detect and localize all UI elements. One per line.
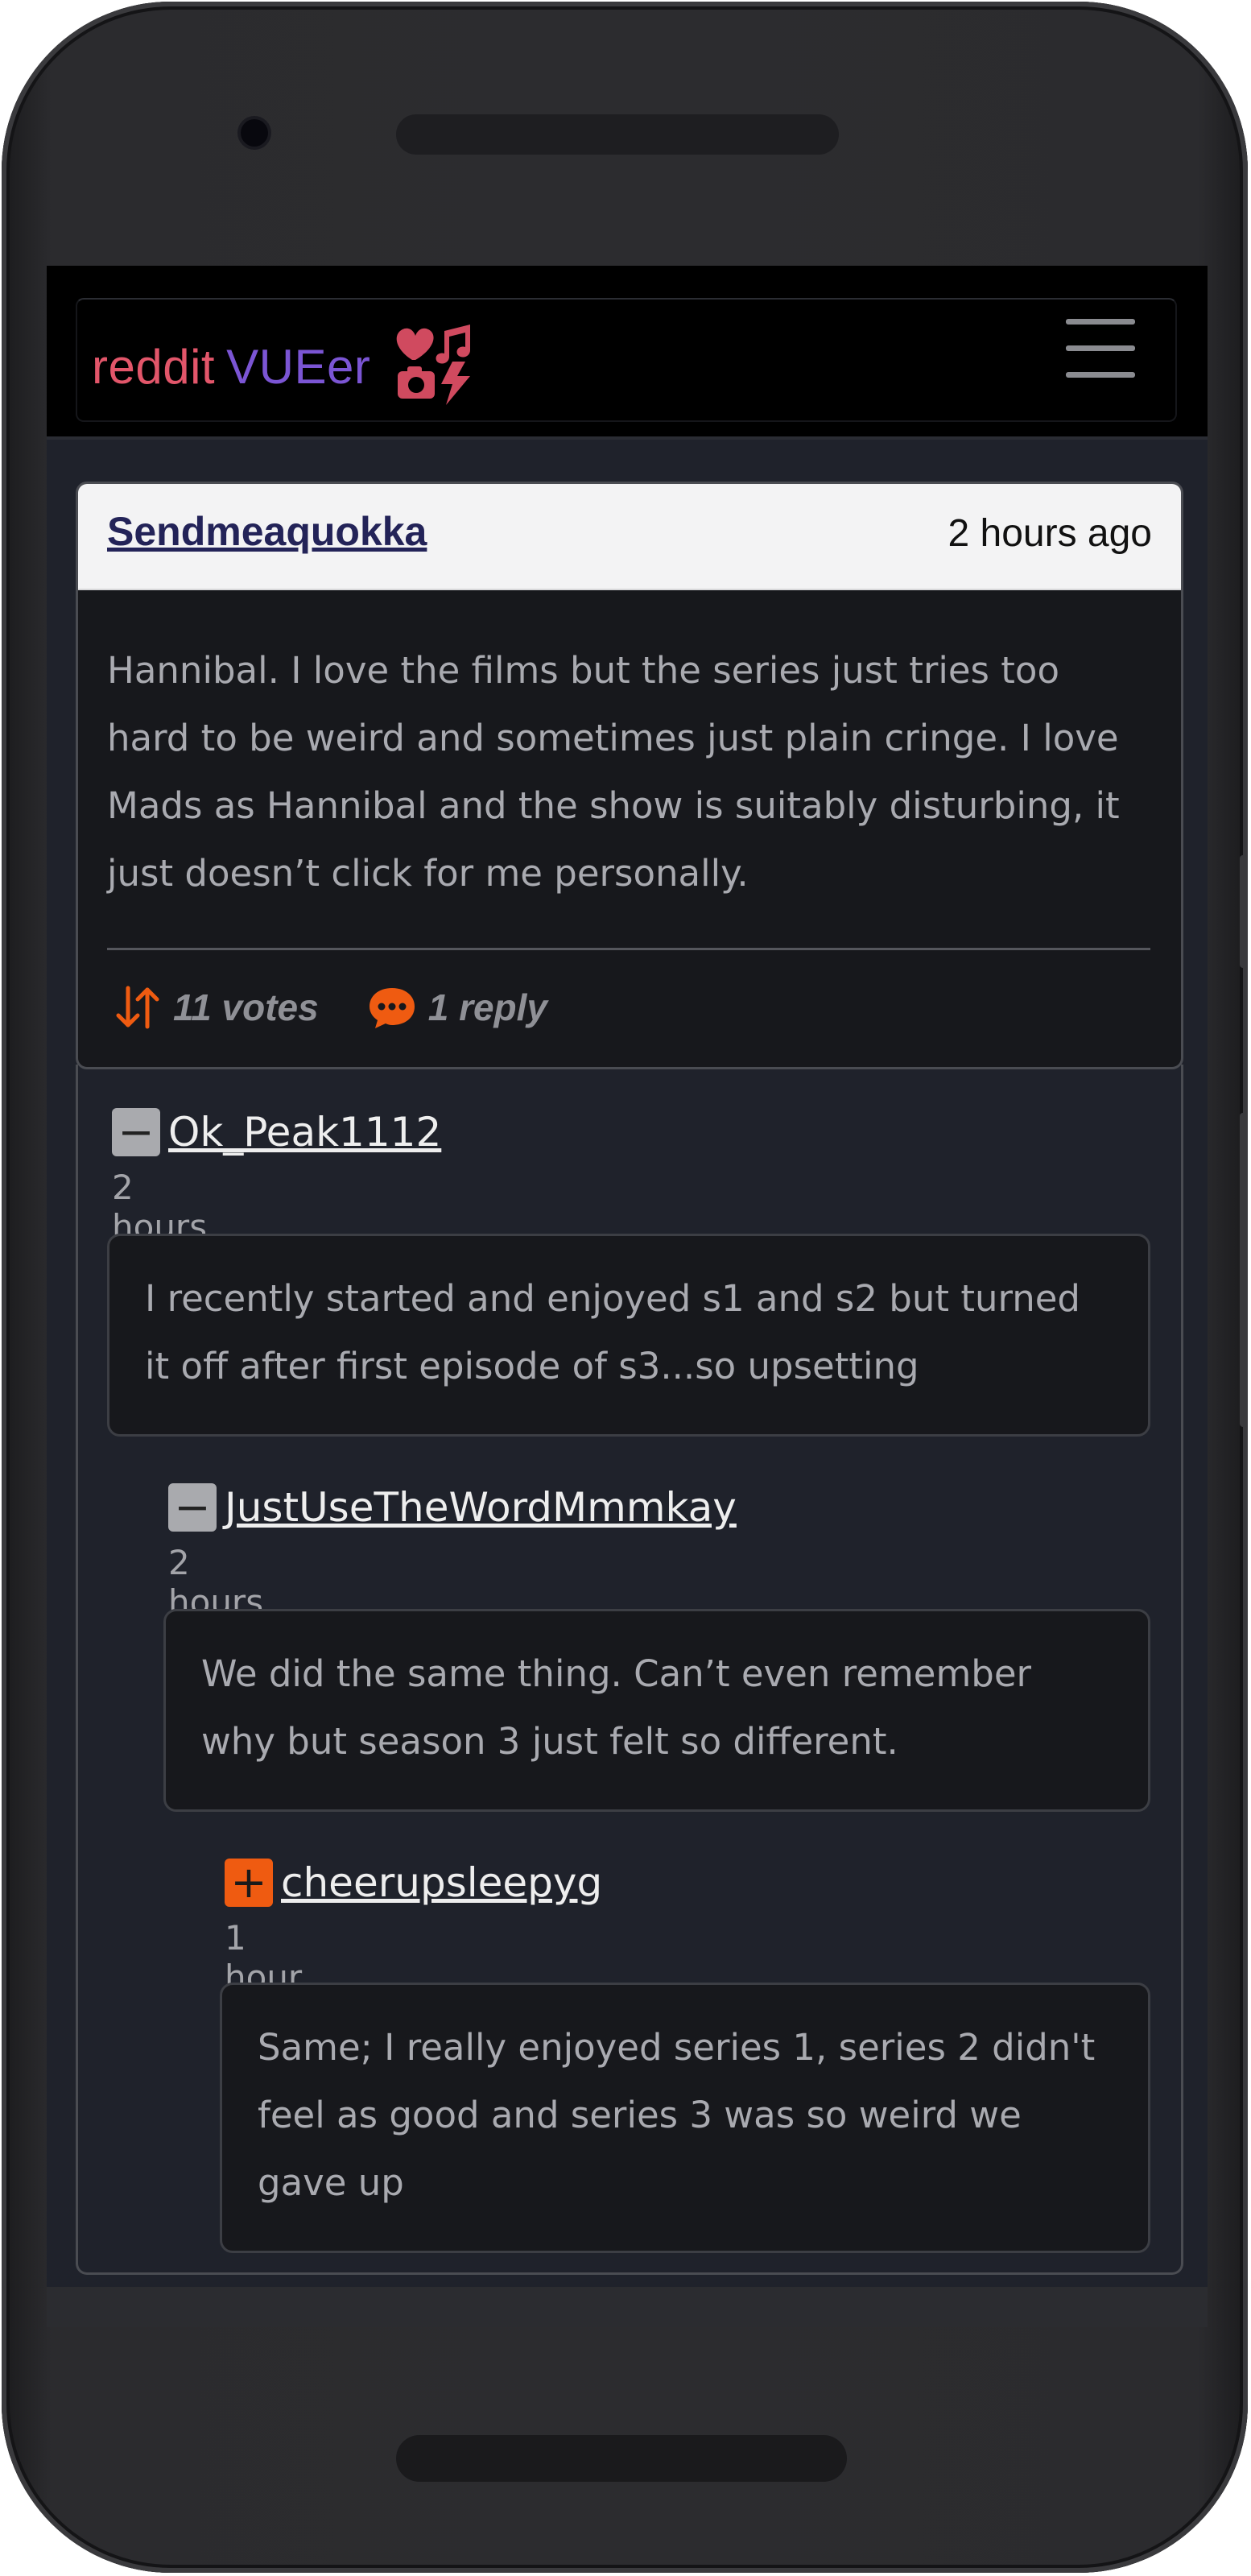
heart-music-camera-bolt-icon — [393, 325, 477, 408]
collapse-toggle-button[interactable]: − — [168, 1483, 217, 1532]
post-body-line: just doesn’t click for me personally. — [107, 852, 749, 895]
comment-body-box: We did the same thing. Can’t even rememb… — [163, 1609, 1150, 1812]
replies-count: 1 reply — [427, 986, 548, 1028]
comment-body-line: Same; I really enjoyed series 1, series … — [258, 2026, 1096, 2069]
navbar: reddit VUEer — [47, 266, 1208, 440]
comments-thread: − Ok_Peak1112 2 hours ago I recently sta… — [76, 1065, 1183, 2275]
post-header: Sendmeaquokka 2 hours ago — [78, 484, 1181, 590]
vote-arrows-icon — [116, 986, 159, 1029]
post-author-link[interactable]: Sendmeaquokka — [107, 508, 427, 555]
post-body: Hannibal. I love the films but the serie… — [107, 637, 1154, 908]
post-body-line: hard to be weird and sometimes just plai… — [107, 717, 1119, 759]
comment-header: + cheerupsleepyg — [225, 1859, 602, 1907]
votes-count: 11 votes — [173, 986, 319, 1028]
brand-vueer-text: VUEer — [226, 339, 371, 394]
app-screen: reddit VUEer Sendmeaquokka 2 hours ago H… — [47, 266, 1208, 2327]
comment-body-line: gave up — [258, 2161, 404, 2204]
replies-stat[interactable]: 1 reply — [367, 985, 547, 1030]
expand-toggle-button[interactable]: + — [225, 1859, 273, 1907]
comment-author-link[interactable]: JustUseTheWordMmmkay — [225, 1484, 737, 1531]
comment-body-line: feel as good and series 3 was so weird w… — [258, 2094, 1022, 2136]
comment-body: We did the same thing. Can’t even rememb… — [201, 1640, 1031, 1776]
screen-bottom-edge — [47, 2287, 1208, 2327]
post-timestamp: 2 hours ago — [948, 512, 1152, 555]
comment-body-line: I recently started and enjoyed s1 and s2… — [145, 1277, 1080, 1320]
comment-author-link[interactable]: Ok_Peak1112 — [168, 1109, 441, 1156]
comment-body-line: why but season 3 just felt so different. — [201, 1720, 898, 1763]
brand-logo[interactable]: reddit VUEer — [92, 314, 477, 419]
post-body-line: Mads as Hannibal and the show is suitabl… — [107, 784, 1120, 827]
speech-bubble-icon — [369, 988, 415, 1028]
comment-body-line: it off after first episode of s3...so up… — [145, 1345, 919, 1387]
post-footer: 11 votes 1 reply — [114, 975, 547, 1040]
comment-author-link[interactable]: cheerupsleepyg — [281, 1859, 602, 1906]
post-card: Sendmeaquokka 2 hours ago Hannibal. I lo… — [76, 482, 1183, 1069]
comment-header: − JustUseTheWordMmmkay — [168, 1483, 737, 1532]
divider — [107, 948, 1150, 950]
earpiece-speaker — [396, 114, 839, 155]
collapse-toggle-button[interactable]: − — [112, 1108, 160, 1156]
comment-body-line: We did the same thing. Can’t even rememb… — [201, 1652, 1032, 1695]
phone-frame: reddit VUEer Sendmeaquokka 2 hours ago H… — [2, 2, 1248, 2573]
comment-body-box: Same; I really enjoyed series 1, series … — [220, 1983, 1150, 2253]
post-body-line: Hannibal. I love the films but the serie… — [107, 649, 1059, 692]
brand-reddit-text: reddit — [92, 339, 216, 394]
comment-body: Same; I really enjoyed series 1, series … — [258, 2014, 1095, 2217]
front-camera — [241, 119, 268, 147]
votes-stat[interactable]: 11 votes — [114, 985, 319, 1030]
side-button — [1240, 1113, 1248, 1427]
comment-body-box: I recently started and enjoyed s1 and s2… — [107, 1234, 1150, 1437]
comment-body: I recently started and enjoyed s1 and s2… — [145, 1265, 1080, 1400]
comment-header: − Ok_Peak1112 — [112, 1108, 441, 1156]
bottom-speaker — [396, 2435, 847, 2482]
hamburger-menu-icon[interactable] — [1066, 319, 1138, 378]
side-button — [1240, 855, 1248, 968]
